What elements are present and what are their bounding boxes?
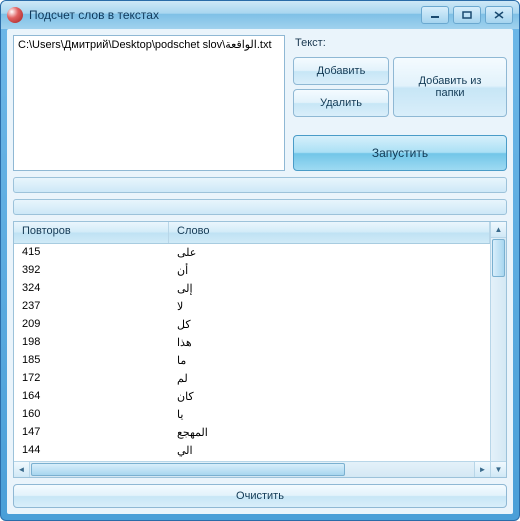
table-row[interactable]: 172لم [14,370,490,388]
minimize-icon [430,11,440,19]
client-area: C:\Users\Дмитрий\Desktop\podschet slov\ا… [7,29,513,514]
table-row[interactable]: 324إلى [14,280,490,298]
table-header: Повторов Слово [14,222,490,244]
table-row[interactable]: 237لا [14,298,490,316]
app-window: Подсчет слов в текстах C:\Users\Дмитрий\… [0,0,520,521]
delete-button[interactable]: Удалить [293,89,389,117]
window-controls [421,6,513,24]
file-list[interactable]: C:\Users\Дмитрий\Desktop\podschet slov\ا… [13,35,285,171]
add-button[interactable]: Добавить [293,57,389,85]
maximize-icon [462,11,472,19]
maximize-button[interactable] [453,6,481,24]
file-list-item[interactable]: C:\Users\Дмитрий\Desktop\podschet slov\ا… [18,38,280,51]
table-body[interactable]: 415على 392أن 324إلى 237لا 209كل 198هذا 1… [14,244,490,461]
text-label: Текст: [293,35,507,51]
table-row[interactable]: 185ما [14,352,490,370]
scroll-thumb-h[interactable] [31,463,345,476]
table-row[interactable]: 160يا [14,406,490,424]
minimize-button[interactable] [421,6,449,24]
scroll-left-icon[interactable]: ◄ [14,462,30,477]
button-grid: Добавить Удалить Добавить из папки [293,57,507,117]
run-button[interactable]: Запустить [293,135,507,171]
table-row[interactable]: 392أن [14,262,490,280]
scroll-thumb-v[interactable] [492,239,505,277]
results-table: Повторов Слово 415على 392أن 324إلى 237لا… [13,221,507,478]
table-row[interactable]: 198هذا [14,334,490,352]
col-count[interactable]: Повторов [14,222,169,243]
close-icon [494,11,504,19]
progress-bar-2 [13,199,507,215]
horizontal-scrollbar[interactable]: ◄ ► [14,461,490,477]
titlebar[interactable]: Подсчет слов в текстах [1,1,519,29]
table-row[interactable]: 164كان [14,388,490,406]
add-folder-button[interactable]: Добавить из папки [393,57,507,117]
col-word[interactable]: Слово [169,222,490,243]
top-row: C:\Users\Дмитрий\Desktop\podschet slov\ا… [13,35,507,171]
table-row[interactable]: 144الي [14,442,490,460]
table-row[interactable]: 415على [14,244,490,262]
scroll-down-icon[interactable]: ▼ [491,461,506,477]
table-row[interactable]: 209كل [14,316,490,334]
app-icon [7,7,23,23]
vertical-scrollbar[interactable]: ▲ ▼ [490,222,506,477]
close-button[interactable] [485,6,513,24]
scroll-right-icon[interactable]: ► [474,462,490,477]
progress-bar-1 [13,177,507,193]
window-title: Подсчет слов в текстах [29,8,421,22]
clear-button[interactable]: Очистить [13,484,507,508]
scroll-up-icon[interactable]: ▲ [491,222,506,238]
table-row[interactable]: 147المهجع [14,424,490,442]
right-panel: Текст: Добавить Удалить Добавить из папк… [293,35,507,171]
